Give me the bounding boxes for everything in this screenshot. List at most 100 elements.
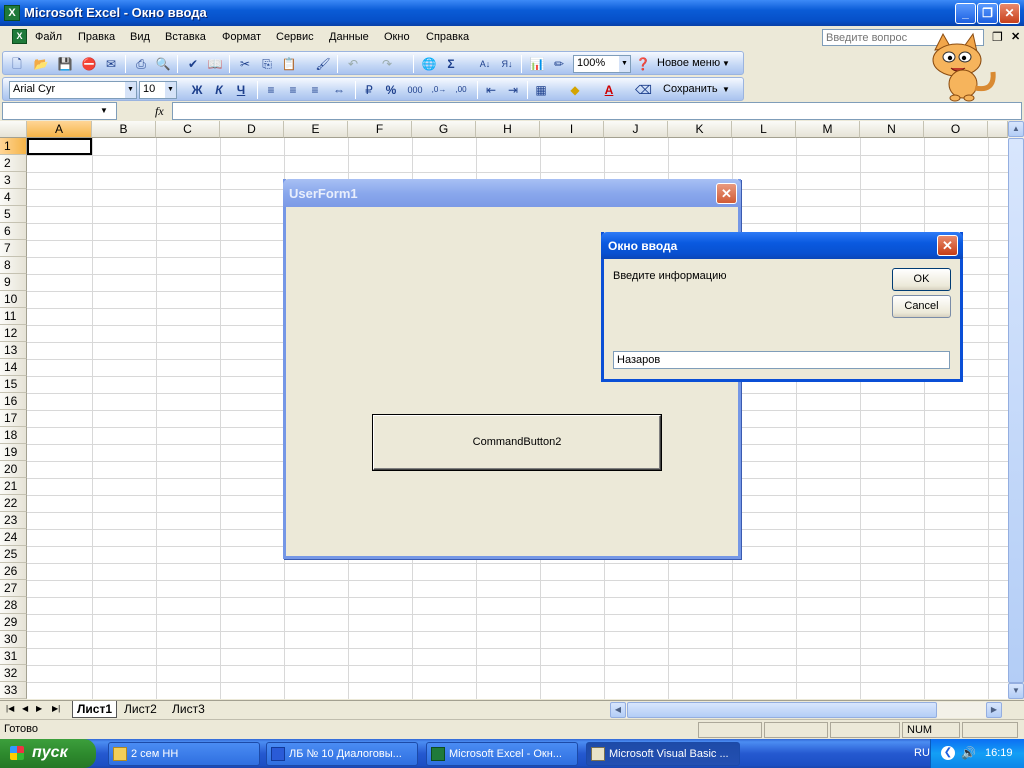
next-sheet-icon[interactable]: ▶ bbox=[36, 704, 42, 713]
percent-icon[interactable]: % bbox=[383, 82, 399, 98]
row-header[interactable]: 27 bbox=[0, 580, 27, 597]
row-header[interactable]: 31 bbox=[0, 648, 27, 665]
row-header[interactable]: 22 bbox=[0, 495, 27, 512]
borders-icon[interactable]: ▦ bbox=[533, 82, 549, 98]
sheet-tab-3[interactable]: Лист3 bbox=[168, 701, 209, 718]
row-header[interactable]: 11 bbox=[0, 308, 27, 325]
select-all-corner[interactable] bbox=[0, 121, 27, 138]
row-header[interactable]: 20 bbox=[0, 461, 27, 478]
align-center-icon[interactable]: ≡ bbox=[285, 82, 301, 98]
scroll-down-icon[interactable]: ▼ bbox=[1008, 683, 1024, 699]
chevron-down-icon[interactable]: ▼ bbox=[722, 85, 730, 94]
scroll-thumb[interactable] bbox=[1008, 138, 1024, 683]
row-header[interactable]: 24 bbox=[0, 529, 27, 546]
row-header[interactable]: 6 bbox=[0, 223, 27, 240]
column-header[interactable]: M bbox=[796, 121, 860, 138]
inputbox-title-bar[interactable]: Окно ввода ✕ bbox=[601, 232, 963, 259]
cut-icon[interactable]: ✂ bbox=[237, 56, 253, 72]
row-header[interactable]: 25 bbox=[0, 546, 27, 563]
hyperlink-icon[interactable]: 🌐 bbox=[421, 56, 437, 72]
column-header[interactable]: I bbox=[540, 121, 604, 138]
title-bar[interactable]: X Microsoft Excel - Окно ввода _ ❐ ✕ bbox=[0, 0, 1024, 26]
sheet-tab-2[interactable]: Лист2 bbox=[120, 701, 161, 718]
row-header[interactable]: 17 bbox=[0, 410, 27, 427]
cancel-button[interactable]: Cancel bbox=[892, 295, 951, 318]
sort-descending-icon[interactable]: Я↓ bbox=[499, 56, 515, 72]
column-header[interactable]: G bbox=[412, 121, 476, 138]
menu-file[interactable]: Файл bbox=[35, 31, 62, 43]
row-header[interactable]: 30 bbox=[0, 631, 27, 648]
zoom-combo[interactable]: 100% ▼ bbox=[573, 55, 631, 73]
increase-indent-icon[interactable]: ⇥ bbox=[505, 82, 521, 98]
scroll-up-icon[interactable]: ▲ bbox=[1008, 121, 1024, 137]
row-header[interactable]: 5 bbox=[0, 206, 27, 223]
task-vba[interactable]: Microsoft Visual Basic ... bbox=[586, 742, 740, 766]
menu-insert[interactable]: Вставка bbox=[165, 31, 206, 43]
row-header[interactable]: 15 bbox=[0, 376, 27, 393]
column-header[interactable]: F bbox=[348, 121, 412, 138]
start-button[interactable]: пуск bbox=[0, 739, 96, 768]
row-header[interactable]: 3 bbox=[0, 172, 27, 189]
scroll-right-icon[interactable]: ▶ bbox=[986, 702, 1002, 718]
row-header[interactable]: 26 bbox=[0, 563, 27, 580]
open-icon[interactable]: 📂 bbox=[33, 56, 49, 72]
decrease-decimal-icon[interactable]: ,00 bbox=[453, 82, 469, 98]
network-icon[interactable]: 🔊 bbox=[961, 746, 976, 760]
column-header[interactable]: E bbox=[284, 121, 348, 138]
redo-icon[interactable]: ↷ bbox=[379, 56, 395, 72]
task-excel[interactable]: Microsoft Excel - Окн... bbox=[426, 742, 578, 766]
decrease-indent-icon[interactable]: ⇤ bbox=[483, 82, 499, 98]
row-header[interactable]: 4 bbox=[0, 189, 27, 206]
chart-wizard-icon[interactable]: 📊 bbox=[529, 56, 545, 72]
command-button-2[interactable]: CommandButton2 bbox=[373, 415, 661, 470]
row-header[interactable]: 32 bbox=[0, 665, 27, 682]
row-header[interactable]: 21 bbox=[0, 478, 27, 495]
align-left-icon[interactable]: ≡ bbox=[263, 82, 279, 98]
column-header[interactable] bbox=[988, 121, 1008, 138]
active-cell[interactable] bbox=[27, 138, 92, 155]
row-header[interactable]: 28 bbox=[0, 597, 27, 614]
permission-icon[interactable]: ⛔ bbox=[81, 56, 97, 72]
column-header[interactable]: C bbox=[156, 121, 220, 138]
chevron-down-icon[interactable]: ▼ bbox=[619, 56, 630, 72]
format-painter-icon[interactable]: 🖌 bbox=[315, 56, 331, 72]
row-header[interactable]: 29 bbox=[0, 614, 27, 631]
font-size-combo[interactable]: 10 ▼ bbox=[139, 81, 177, 99]
menu-help[interactable]: Справка bbox=[426, 31, 469, 43]
tray-arrow-icon[interactable]: ❮ bbox=[941, 746, 955, 760]
userform-close-button[interactable]: ✕ bbox=[716, 183, 737, 204]
row-header[interactable]: 23 bbox=[0, 512, 27, 529]
userform-title-bar[interactable]: UserForm1 ✕ bbox=[283, 179, 741, 207]
inputbox-field[interactable] bbox=[613, 351, 950, 369]
column-header[interactable]: L bbox=[732, 121, 796, 138]
row-header[interactable]: 8 bbox=[0, 257, 27, 274]
row-header[interactable]: 10 bbox=[0, 291, 27, 308]
column-header[interactable]: B bbox=[92, 121, 156, 138]
eraser-icon[interactable]: ⌫ bbox=[635, 82, 652, 98]
undo-icon[interactable]: ↶ bbox=[345, 56, 361, 72]
menu-edit[interactable]: Правка bbox=[78, 31, 115, 43]
row-header[interactable]: 13 bbox=[0, 342, 27, 359]
chevron-down-icon[interactable]: ▼ bbox=[125, 82, 136, 98]
merge-center-icon[interactable]: ⇔ bbox=[331, 82, 347, 98]
row-header[interactable]: 18 bbox=[0, 427, 27, 444]
column-header[interactable]: K bbox=[668, 121, 732, 138]
bold-button[interactable]: Ж bbox=[189, 82, 205, 98]
chevron-down-icon[interactable]: ▼ bbox=[100, 106, 108, 115]
column-header[interactable]: J bbox=[604, 121, 668, 138]
scroll-left-icon[interactable]: ◀ bbox=[610, 702, 626, 718]
excel-doc-icon[interactable]: X bbox=[12, 29, 27, 44]
spelling-icon[interactable]: ✔ bbox=[185, 56, 201, 72]
close-button[interactable]: ✕ bbox=[999, 3, 1020, 24]
save-button[interactable]: Сохранить bbox=[663, 83, 718, 95]
minimize-button[interactable]: _ bbox=[955, 3, 976, 24]
menu-data[interactable]: Данные bbox=[329, 31, 369, 43]
menu-tools[interactable]: Сервис bbox=[276, 31, 314, 43]
column-header[interactable]: H bbox=[476, 121, 540, 138]
last-sheet-icon[interactable]: ▶| bbox=[52, 704, 60, 713]
align-right-icon[interactable]: ≡ bbox=[307, 82, 323, 98]
clock[interactable]: 16:19 bbox=[985, 747, 1013, 759]
underline-button[interactable]: Ч bbox=[233, 82, 249, 98]
research-icon[interactable]: 📖 bbox=[207, 56, 223, 72]
italic-button[interactable]: К bbox=[211, 82, 227, 98]
